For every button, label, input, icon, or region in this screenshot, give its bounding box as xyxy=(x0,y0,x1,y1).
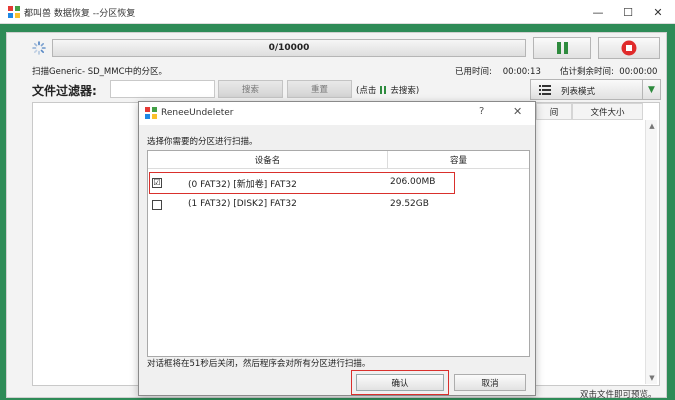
reset-button[interactable]: 重置 xyxy=(287,80,352,98)
column-header-time[interactable]: 间 xyxy=(536,103,572,120)
remaining-time: 估计剩余时间: 00:00:00 xyxy=(560,67,658,77)
table-row[interactable]: ☑ (0 FAT32) [新加卷] FAT32 206.00MB xyxy=(148,172,529,194)
preview-hint: 双击文件即可预览。 xyxy=(580,390,657,400)
file-filter-label: 文件过滤器: xyxy=(32,84,97,98)
pause-icon xyxy=(556,42,561,54)
pause-button[interactable] xyxy=(533,37,591,59)
table-row[interactable]: (1 FAT32) [DISK2] FAT32 29.52GB xyxy=(148,194,529,216)
app-window: 都叫兽 数据恢复 --分区恢复 — ☐ ✕ 0/10000 扫描Generic-… xyxy=(0,0,675,400)
capacity: 29.52GB xyxy=(390,199,429,209)
row-checkbox[interactable] xyxy=(152,200,162,210)
dialog-title: ReneeUndeleter xyxy=(161,108,234,118)
title-bar: 都叫兽 数据恢复 --分区恢复 — ☐ ✕ xyxy=(0,0,675,24)
app-icon xyxy=(145,107,157,119)
scan-status-text: 扫描Generic- SD_MMC中的分区。 xyxy=(32,67,168,77)
partition-table: 设备名 容量 ☑ (0 FAT32) [新加卷] FAT32 206.00MB … xyxy=(147,150,530,357)
scroll-down-icon[interactable]: ▼ xyxy=(646,372,658,384)
scroll-up-icon[interactable]: ▲ xyxy=(646,120,658,132)
view-mode-label: 列表模式 xyxy=(561,87,596,97)
countdown-text: 对话框将在51秒后关闭，然后程序会对所有分区进行扫描。 xyxy=(147,359,371,369)
app-icon xyxy=(8,6,20,18)
stop-icon xyxy=(621,40,637,56)
confirm-button[interactable]: 确认 xyxy=(356,374,444,391)
device-name: (1 FAT32) [DISK2] FAT32 xyxy=(188,199,297,209)
dropdown-arrow-icon[interactable]: ▼ xyxy=(642,80,660,99)
search-button[interactable]: 搜索 xyxy=(218,80,283,98)
column-header-size[interactable]: 文件大小 xyxy=(572,103,643,120)
column-header-capacity[interactable]: 容量 xyxy=(388,151,529,169)
help-icon[interactable]: ? xyxy=(479,106,484,117)
stop-button[interactable] xyxy=(598,37,660,59)
view-mode-dropdown[interactable]: 列表模式 ▼ xyxy=(530,79,661,100)
device-name: (0 FAT32) [新加卷] FAT32 xyxy=(188,180,297,190)
pause-icon xyxy=(379,86,387,94)
scrollbar[interactable]: ▲ ▼ xyxy=(645,120,657,384)
list-view-icon xyxy=(539,85,551,95)
loading-spinner-icon xyxy=(32,41,46,55)
search-hint: (点击 去搜索) xyxy=(356,86,420,96)
dialog-title-bar: ReneeUndeleter ? ✕ xyxy=(139,102,535,125)
capacity: 206.00MB xyxy=(390,177,436,187)
filter-input[interactable] xyxy=(110,80,215,98)
scan-progress-bar: 0/10000 xyxy=(52,39,526,57)
dialog-prompt: 选择你需要的分区进行扫描。 xyxy=(147,137,258,147)
column-header-device[interactable]: 设备名 xyxy=(148,151,388,169)
close-button[interactable]: ✕ xyxy=(635,0,675,24)
cancel-button[interactable]: 取消 xyxy=(454,374,526,391)
row-checkbox[interactable]: ☑ xyxy=(152,178,162,188)
dialog-close-button[interactable]: ✕ xyxy=(513,105,522,118)
window-title: 都叫兽 数据恢复 --分区恢复 xyxy=(24,9,136,19)
partition-dialog: ReneeUndeleter ? ✕ 选择你需要的分区进行扫描。 设备名 容量 … xyxy=(138,101,536,396)
elapsed-time: 已用时间: 00:00:13 xyxy=(455,67,541,77)
